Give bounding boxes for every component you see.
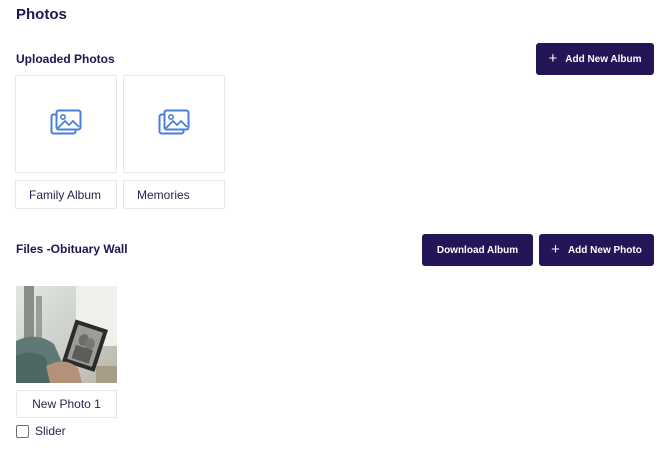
photo-name-new-photo-1[interactable]: New Photo 1 bbox=[16, 390, 117, 418]
photo-thumbnail[interactable] bbox=[16, 286, 117, 383]
plus-icon: + bbox=[548, 49, 558, 67]
add-new-album-label: Add New Album bbox=[565, 53, 642, 65]
add-new-photo-button[interactable]: + Add New Photo bbox=[539, 234, 654, 266]
download-album-button[interactable]: Download Album bbox=[422, 234, 533, 266]
album-card-family-album[interactable] bbox=[15, 75, 117, 173]
album-card-memories[interactable] bbox=[123, 75, 225, 173]
add-new-album-button[interactable]: + Add New Album bbox=[536, 43, 654, 75]
files-section-title: Files -Obituary Wall bbox=[16, 242, 128, 256]
image-gallery-icon bbox=[158, 109, 190, 140]
add-new-photo-label: Add New Photo bbox=[567, 244, 642, 256]
album-name-family-album[interactable]: Family Album bbox=[15, 180, 117, 209]
slider-checkbox[interactable] bbox=[16, 424, 29, 438]
slider-checkbox-row[interactable]: Slider bbox=[16, 424, 66, 438]
image-gallery-icon bbox=[50, 109, 82, 140]
slider-label: Slider bbox=[35, 424, 66, 438]
album-name-memories[interactable]: Memories bbox=[123, 180, 225, 209]
page-title: Photos bbox=[16, 6, 67, 23]
plus-icon: + bbox=[551, 240, 560, 258]
uploaded-photos-title: Uploaded Photos bbox=[16, 52, 115, 66]
